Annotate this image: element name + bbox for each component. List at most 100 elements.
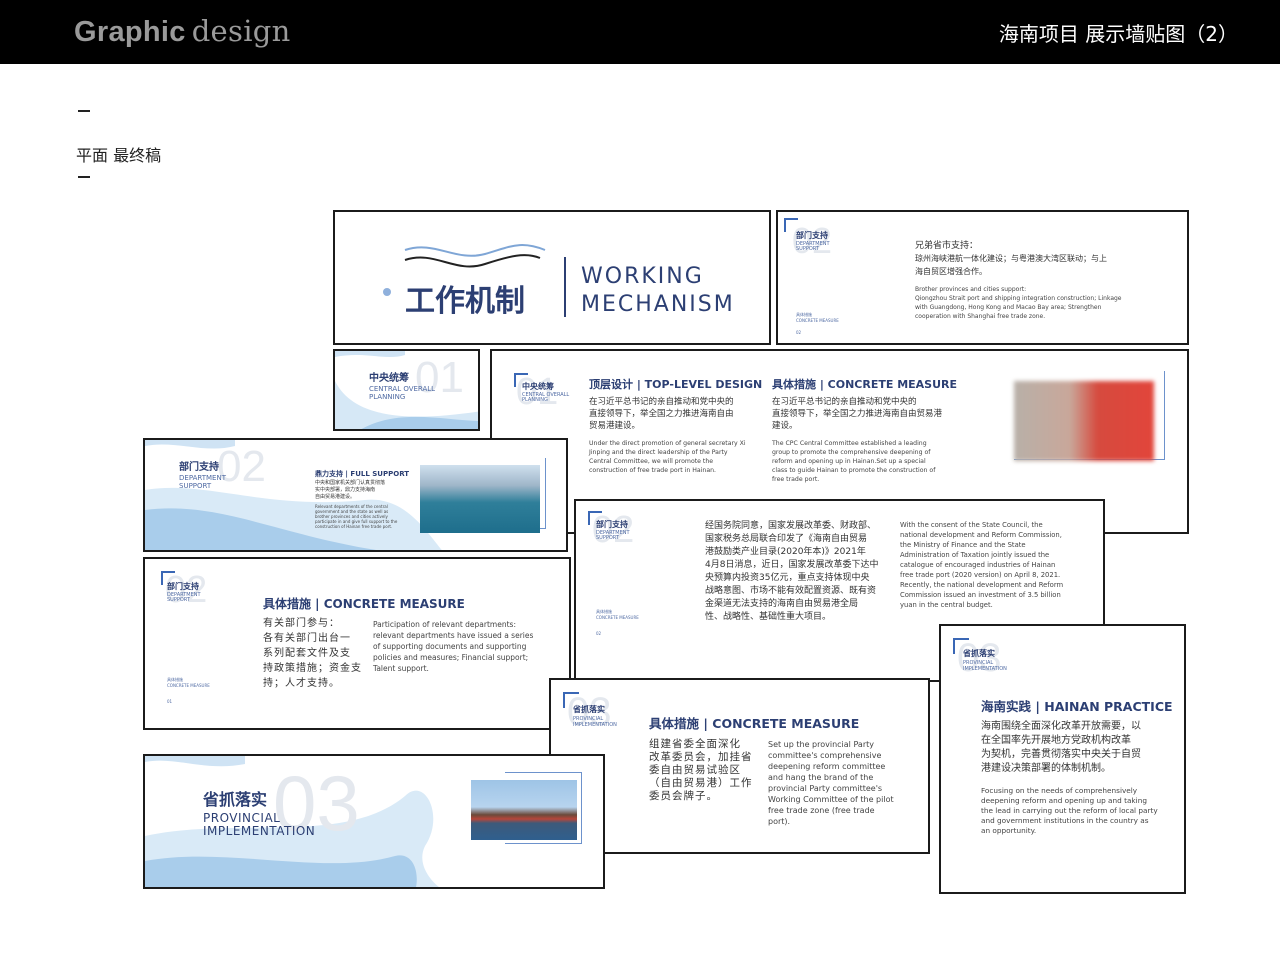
cn-3: 港鼓励类产业目录(2020年本)》2021年 (705, 547, 866, 557)
cn-4: 4月8日消息，近日，国家发展改革委下达中 (705, 560, 879, 570)
body-en-2: with Guangdong, Hong Kong and Macao Bay … (915, 304, 1102, 311)
c1-en-4: construction of free trade port in Haina… (589, 467, 717, 474)
tag-en-1: CENTRAL OVERALL (369, 385, 436, 393)
tag-cn: 中央统筹 (522, 382, 554, 391)
cn-5: 委员会牌子。 (649, 790, 718, 802)
panel-provincial-committee: 03 省抓落实 PROVINCIAL IMPLEMENTATION 具体措施 |… (549, 678, 930, 854)
footer-num: 01 (167, 699, 173, 704)
body-cn-2: 海自贸区增强合作。 (915, 267, 987, 276)
tag-en-2: IMPLEMENTATION (573, 722, 617, 728)
heading-concrete: 具体措施 | CONCRETE MEASURE (772, 378, 958, 391)
c2-cn-1: 在习近平总书记的亲自推动和党中央的 (772, 397, 917, 407)
heading-top-level: 顶层设计 | TOP-LEVEL DESIGN (589, 378, 763, 391)
tag-cn: 部门支持 (179, 462, 219, 473)
footer-num: 02 (596, 631, 602, 636)
tag-cn: 省抓落实 (573, 705, 605, 714)
c2-cn-2: 直接领导下，举全国之力推进海南自由贸易港 (772, 409, 943, 419)
blurred-photo (1014, 381, 1154, 461)
en-4: Administration of Taxation jointly issue… (900, 551, 1050, 559)
cn-2: 在全国率先开展地方党政机构改革 (981, 735, 1131, 746)
c2-en-2: group to promote the comprehensive deepe… (772, 449, 931, 456)
c1-cn-3: 贸易港建设。 (589, 421, 641, 431)
title-en-1: PROVINCIAL (203, 811, 281, 825)
en-6: Working Committee of the pilot (768, 795, 894, 804)
cn-1: 有关部门参与： (263, 618, 340, 629)
tag-en-1: DEPARTMENT (179, 474, 226, 482)
cn-1: 中央和国家机关部门认真贯彻落 (315, 480, 386, 486)
brand-logo: Graphic design (74, 14, 291, 49)
en-2: committee's comprehensive (768, 751, 882, 760)
en-3: deepening reform committee (768, 762, 886, 771)
body-en-title: Brother provinces and cities support: (915, 286, 1027, 293)
panel-provincial-implementation: 03 省抓落实 PROVINCIAL IMPLEMENTATION (143, 754, 605, 889)
body-cn-1: 琼州海峡港航一体化建设；与粤港澳大湾区联动；与上 (915, 254, 1107, 263)
footer-num: 02 (796, 330, 802, 335)
panel-relevant-departments: 02 部门支持 DEPARTMENT SUPPORT 具体措施 | CONCRE… (143, 557, 571, 730)
en-3: of supporting documents and supporting (373, 642, 527, 651)
cn-8: 性、战略性、基础性重大项目。 (705, 612, 832, 622)
body-cn-title: 兄弟省市支持： (915, 241, 979, 251)
tag-cn: 部门支持 (596, 520, 628, 529)
big-number: 02 (217, 442, 266, 491)
header-title: 海南项目 展示墙贴图（2） (998, 22, 1238, 46)
cn-2: 实中央部署，鼎力支持海南 (315, 487, 376, 493)
title-en-2: IMPLEMENTATION (203, 824, 316, 838)
en-5: an opportunity. (981, 826, 1037, 835)
c2-cn-3: 建设。 (772, 421, 798, 431)
en-3: the lead in carrying out the reform of l… (981, 806, 1158, 815)
cn-4: （自由贸易港）工作 (649, 777, 753, 789)
title-en-1: WORKING (581, 264, 704, 289)
panel-central-planning: 01 中央统筹 CENTRAL OVERALL PLANNING (333, 349, 480, 431)
cn-2: 改革委员会，加挂省 (649, 751, 753, 763)
en-2: relevant departments have issued a serie… (373, 631, 534, 640)
en-5: construction of Hainan free trade port. (315, 524, 393, 529)
brand-light: design (191, 14, 291, 48)
cn-1: 海南围绕全面深化改革开放需要，以 (981, 721, 1141, 732)
footer-en: CONCRETE MEASURE (167, 683, 210, 688)
cn-1: 经国务院同意，国家发展改革委、财政部、 (705, 521, 877, 531)
c2-en-5: free trade port. (772, 476, 820, 483)
en-7: free trade zone (free trade (768, 806, 875, 815)
c2-en-3: reform and opening up in Hainan.Set up a… (772, 458, 926, 465)
body-en-3: cooperation with Shanghai free trade zon… (915, 313, 1046, 320)
cn-7: 金渠道无法支持的海南自由贸易港全局 (705, 599, 859, 609)
tag-en-2: SUPPORT (179, 482, 212, 490)
en-9: yuan in the central budget. (900, 601, 993, 609)
city-coast-photo (420, 465, 540, 533)
tag-en-2: IMPLEMENTATION (963, 666, 1007, 672)
en-1: Participation of relevant departments: (373, 620, 516, 629)
c2-en-4: class to guide Hainan to promote the con… (772, 467, 936, 474)
en-1: Set up the provincial Party (768, 740, 874, 749)
en-5: provincial Party committee's (768, 784, 883, 793)
en-8: port). (768, 817, 791, 826)
en-4: policies and measures; Financial support… (373, 653, 529, 662)
tag-cn: 中央统筹 (369, 373, 409, 384)
title-en-2: MECHANISM (581, 292, 735, 317)
en-6: free trade port (2020 version) on April … (900, 571, 1061, 579)
c1-en-1: Under the direct promotion of general se… (589, 440, 746, 447)
cn-1: 组建省委全面深化 (649, 738, 741, 750)
en-1: Focusing on the needs of comprehensively (981, 786, 1138, 795)
sub-heading: 鼎力支持 | FULL SUPPORT (315, 470, 410, 478)
heading: 具体措施 | CONCRETE MEASURE (263, 597, 465, 611)
cn-6: 战略意图、市场不能有效配置资源、既有资 (705, 586, 877, 596)
cn-2: 各有关部门出台一 (263, 633, 351, 644)
c1-en-3: Central Committee, we will promote the (589, 458, 714, 465)
body-en-1: Qiongzhou Strait port and shipping integ… (915, 295, 1122, 302)
cargo-ship-photo (471, 780, 577, 840)
en-5: catalogue of encouraged industries of Ha… (900, 561, 1056, 569)
tag-cn: 省抓落实 (963, 649, 995, 658)
en-1: With the consent of the State Council, t… (900, 521, 1043, 529)
top-bar: Graphic design 海南项目 展示墙贴图（2） (0, 0, 1280, 64)
en-7: Recently, the national development and R… (900, 581, 1064, 589)
heading: 具体措施 | CONCRETE MEASURE (649, 716, 860, 731)
en-2: deepening reform and opening up and taki… (981, 796, 1147, 805)
divider (78, 110, 90, 112)
en-2: national development and Reform Commissi… (900, 531, 1062, 539)
panel-working-mechanism: 工作机制 WORKING MECHANISM (333, 210, 771, 345)
tag-en-2: PLANNING (369, 393, 406, 401)
title-cn: 省抓落实 (203, 790, 268, 809)
en-3: the Ministry of Finance and the State (900, 541, 1026, 549)
cn-2: 国家税务总局联合印发了《海南自由贸易 (705, 534, 868, 544)
big-number: 01 (415, 353, 464, 402)
